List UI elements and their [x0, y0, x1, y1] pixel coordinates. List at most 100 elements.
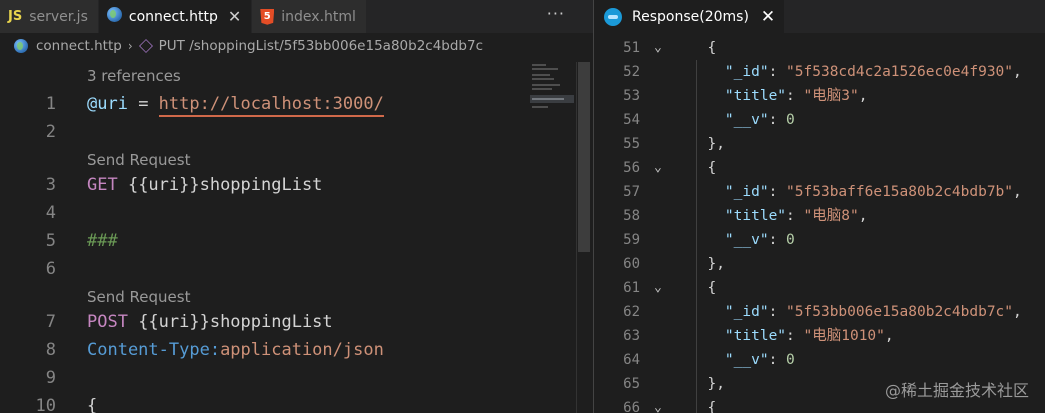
close-tab-icon[interactable]: ✕ — [761, 7, 775, 27]
response-line: 62 "_id": "5f53bb006e15a80b2c4bdb7c", — [594, 300, 1045, 324]
response-line: 61 ⌄ { — [594, 276, 1045, 300]
line-number: 66 — [623, 400, 640, 413]
javascript-file-icon: JS — [8, 9, 23, 24]
response-line: 52 "_id": "5f538cd4c2a1526ec0e4f930", — [594, 60, 1045, 84]
breadcrumb-file[interactable]: connect.http — [36, 38, 122, 54]
line-number: 63 — [623, 328, 640, 344]
line-number: 9 — [45, 368, 56, 388]
rest-client-icon — [604, 7, 622, 26]
json-key: "_id" — [724, 184, 769, 200]
indent-guide — [696, 60, 697, 413]
response-line: 60 }, — [594, 252, 1045, 276]
variable-name: @uri — [87, 94, 128, 114]
line-number: 4 — [45, 203, 56, 223]
fold-chevron-icon[interactable]: ⌄ — [654, 36, 662, 60]
fold-chevron-icon[interactable]: ⌄ — [654, 276, 662, 300]
line-number: 65 — [623, 376, 640, 392]
http-file-icon — [14, 39, 28, 53]
response-line: 64 "__v": 0 — [594, 348, 1045, 372]
line-number: 1 — [45, 94, 56, 114]
code-line: 1 @uri = http://localhost:3000/ — [0, 90, 530, 118]
json-value: "5f53bb006e15a80b2c4bdb7c" — [786, 304, 1014, 320]
tab-label: Response(20ms) — [632, 8, 749, 25]
json-key: "__v" — [724, 232, 769, 248]
line-number: 2 — [45, 122, 56, 142]
line-number: 54 — [623, 112, 640, 128]
json-value: 0 — [786, 232, 795, 248]
fold-chevron-icon[interactable]: ⌄ — [654, 156, 662, 180]
response-tab-bar: Response(20ms) ✕ — [594, 0, 1045, 33]
tab-response[interactable]: Response(20ms) ✕ — [594, 0, 784, 33]
tab-label: connect.http — [128, 8, 218, 25]
html-file-icon: 5 — [260, 8, 275, 25]
line-number: 64 — [623, 352, 640, 368]
line-number: 56 — [623, 160, 640, 176]
uri-link[interactable]: http://localhost:3000/ — [158, 94, 384, 117]
line-number: 61 — [623, 280, 640, 296]
line-number: 62 — [623, 304, 640, 320]
tab-connect-http[interactable]: connect.http ✕ — [98, 0, 253, 33]
response-line: 63 "title": "电脑1010", — [594, 324, 1045, 348]
codelens-send-request[interactable]: Send Request — [87, 148, 190, 172]
tab-label: index.html — [281, 8, 356, 25]
code-editor[interactable]: 3 references 1 @uri = http://localhost:3… — [0, 62, 530, 413]
line-number: 5 — [45, 231, 56, 251]
header-name: Content-Type: — [87, 340, 221, 360]
code-line: 8 Content-Type:application/json — [0, 336, 530, 364]
codelens-references[interactable]: 3 references — [87, 64, 181, 88]
tab-server-js[interactable]: JS server.js — [0, 0, 99, 33]
response-line: 57 "_id": "5f53baff6e15a80b2c4bdb7b", — [594, 180, 1045, 204]
more-actions-icon[interactable]: ··· — [547, 4, 565, 23]
code-line: 4 — [0, 199, 530, 227]
json-value: "电脑3" — [803, 88, 859, 104]
line-number: 6 — [45, 259, 56, 279]
json-key: "_id" — [724, 64, 769, 80]
minimap[interactable] — [530, 62, 576, 122]
response-line: 53 "title": "电脑3", — [594, 84, 1045, 108]
line-number: 57 — [623, 184, 640, 200]
scrollbar-thumb[interactable] — [578, 62, 590, 252]
json-key: "__v" — [724, 112, 769, 128]
json-value: "5f538cd4c2a1526ec0e4f930" — [786, 64, 1014, 80]
codelens-send-request[interactable]: Send Request — [87, 285, 190, 309]
editor-scrollbar[interactable] — [576, 62, 590, 413]
response-line: 54 "__v": 0 — [594, 108, 1045, 132]
line-number: 52 — [623, 64, 640, 80]
code-line: 5 ### — [0, 227, 530, 255]
line-number: 55 — [623, 136, 640, 152]
json-value: "5f53baff6e15a80b2c4bdb7b" — [786, 184, 1014, 200]
response-line: 58 "title": "电脑8", — [594, 204, 1045, 228]
tab-index-html[interactable]: 5 index.html — [252, 0, 367, 33]
response-line: 56 ⌄ { — [594, 156, 1045, 180]
json-key: "_id" — [724, 304, 769, 320]
http-method: GET — [87, 175, 118, 195]
line-number: 60 — [623, 256, 640, 272]
code-line: 9 — [0, 364, 530, 392]
fold-chevron-icon[interactable]: ⌄ — [654, 396, 662, 413]
chevron-right-icon: › — [127, 39, 133, 53]
watermark: @稀土掘金技术社区 — [884, 381, 1029, 400]
breadcrumb-request[interactable]: PUT /shoppingList/5f53bb006e15a80b2c4bdb… — [159, 38, 483, 54]
editor-tab-bar: JS server.js connect.http ✕ 5 index.html… — [0, 0, 593, 33]
request-separator: ### — [87, 231, 118, 251]
line-number: 7 — [45, 312, 56, 332]
line-number: 10 — [35, 396, 56, 413]
response-body[interactable]: 51 ⌄ {52 "_id": "5f538cd4c2a1526ec0e4f930… — [594, 36, 1045, 413]
close-tab-icon[interactable]: ✕ — [228, 7, 241, 26]
json-key: "title" — [724, 208, 787, 224]
json-key: "__v" — [724, 352, 769, 368]
breadcrumb: connect.http › PUT /shoppingList/5f53bb0… — [0, 34, 560, 58]
json-value: 0 — [786, 112, 795, 128]
code-line: 6 — [0, 255, 530, 283]
tab-label: server.js — [29, 8, 88, 25]
line-number: 51 — [623, 40, 640, 56]
header-value: application/json — [220, 340, 384, 360]
http-file-icon — [106, 7, 122, 26]
line-number: 58 — [623, 208, 640, 224]
json-key: "title" — [724, 88, 787, 104]
code-line: 7 POST {{uri}}shoppingList — [0, 308, 530, 336]
symbol-icon — [138, 39, 153, 53]
line-number: 53 — [623, 88, 640, 104]
response-line: 55 }, — [594, 132, 1045, 156]
code-line: 3 GET {{uri}}shoppingList — [0, 171, 530, 199]
